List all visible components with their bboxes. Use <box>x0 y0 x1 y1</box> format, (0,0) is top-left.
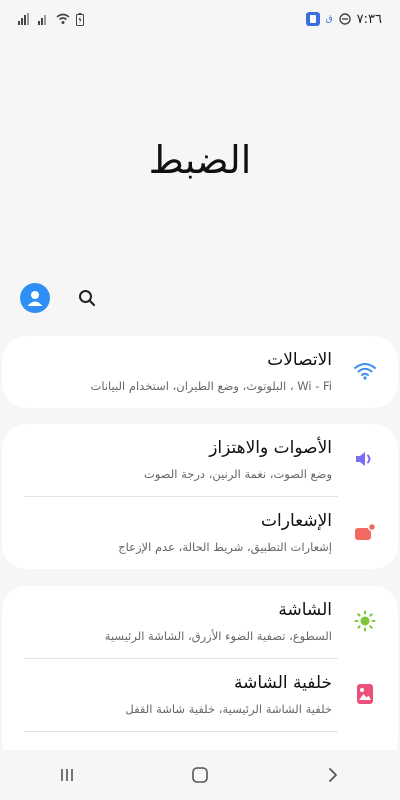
item-title: خلفية الشاشة <box>234 673 332 693</box>
item-subtitle: Wi - Fi ، البلوتوث، وضع الطيران، استخدام… <box>90 379 332 393</box>
recent-apps-button[interactable] <box>47 755 87 795</box>
settings-item-connections[interactable]: الاتصالات Wi - Fi ، البلوتوث، وضع الطيرا… <box>2 336 398 408</box>
app-notification-icon <box>305 12 320 26</box>
signal-icon <box>18 13 32 25</box>
item-title: الشاشة <box>278 600 332 620</box>
settings-item-display[interactable]: الشاشة السطوع، تصفية الضوء الأزرق، الشاش… <box>2 586 398 658</box>
status-left <box>18 12 84 26</box>
settings-item-wallpaper[interactable]: خلفية الشاشة خلفية الشاشة الرئيسية، خلفي… <box>2 659 398 731</box>
item-subtitle: وضع الصوت، نغمة الرنين، درجة الصوت <box>144 467 332 481</box>
settings-item-sounds[interactable]: الأصوات والاهتزاز وضع الصوت، نغمة الرنين… <box>2 424 398 496</box>
sounds-notifications-card: الأصوات والاهتزاز وضع الصوت، نغمة الرنين… <box>2 424 398 569</box>
settings-item-notifications[interactable]: الإشعارات إشعارات التطبيق، شريط الحالة، … <box>2 497 398 569</box>
divider <box>24 731 338 732</box>
home-button[interactable] <box>180 755 220 795</box>
item-title: الإشعارات <box>261 511 332 531</box>
home-icon <box>192 767 208 783</box>
back-chevron-icon <box>329 768 338 782</box>
connections-card: الاتصالات Wi - Fi ، البلوتوث، وضع الطيرا… <box>2 336 398 408</box>
page-title: الضبط <box>148 138 252 182</box>
person-icon <box>27 291 43 306</box>
recent-apps-icon <box>60 769 73 781</box>
item-subtitle: السطوع، تصفية الضوء الأزرق، الشاشة الرئي… <box>104 629 332 643</box>
wifi-status-icon <box>56 13 70 25</box>
wallpaper-icon <box>352 681 378 707</box>
item-title: الاتصالات <box>267 350 332 370</box>
brightness-icon <box>352 608 378 634</box>
status-right: ق ٧:٣٦ <box>305 11 382 27</box>
settings-toolbar <box>20 280 98 316</box>
back-button[interactable] <box>313 755 353 795</box>
status-bar: ق ٧:٣٦ <box>0 0 400 38</box>
system-navigation-bar <box>0 750 400 800</box>
status-time: ٧:٣٦ <box>356 11 382 27</box>
item-subtitle: إشعارات التطبيق، شريط الحالة، عدم الإزعا… <box>118 540 332 554</box>
wifi-icon <box>352 358 378 384</box>
notification-badge-icon <box>352 519 378 545</box>
small-app-icon: ق <box>325 14 333 24</box>
signal-2-icon <box>38 13 50 25</box>
search-icon <box>79 290 96 307</box>
battery-charging-icon <box>76 12 84 26</box>
display-wallpaper-card: الشاشة السطوع، تصفية الضوء الأزرق، الشاش… <box>2 586 398 766</box>
account-avatar-button[interactable] <box>20 283 50 313</box>
item-subtitle: خلفية الشاشة الرئيسية، خلفية شاشة القفل <box>125 702 332 716</box>
item-title: الأصوات والاهتزاز <box>209 438 332 458</box>
search-button[interactable] <box>76 287 98 309</box>
do-not-disturb-icon <box>338 13 351 25</box>
volume-icon <box>352 446 378 472</box>
